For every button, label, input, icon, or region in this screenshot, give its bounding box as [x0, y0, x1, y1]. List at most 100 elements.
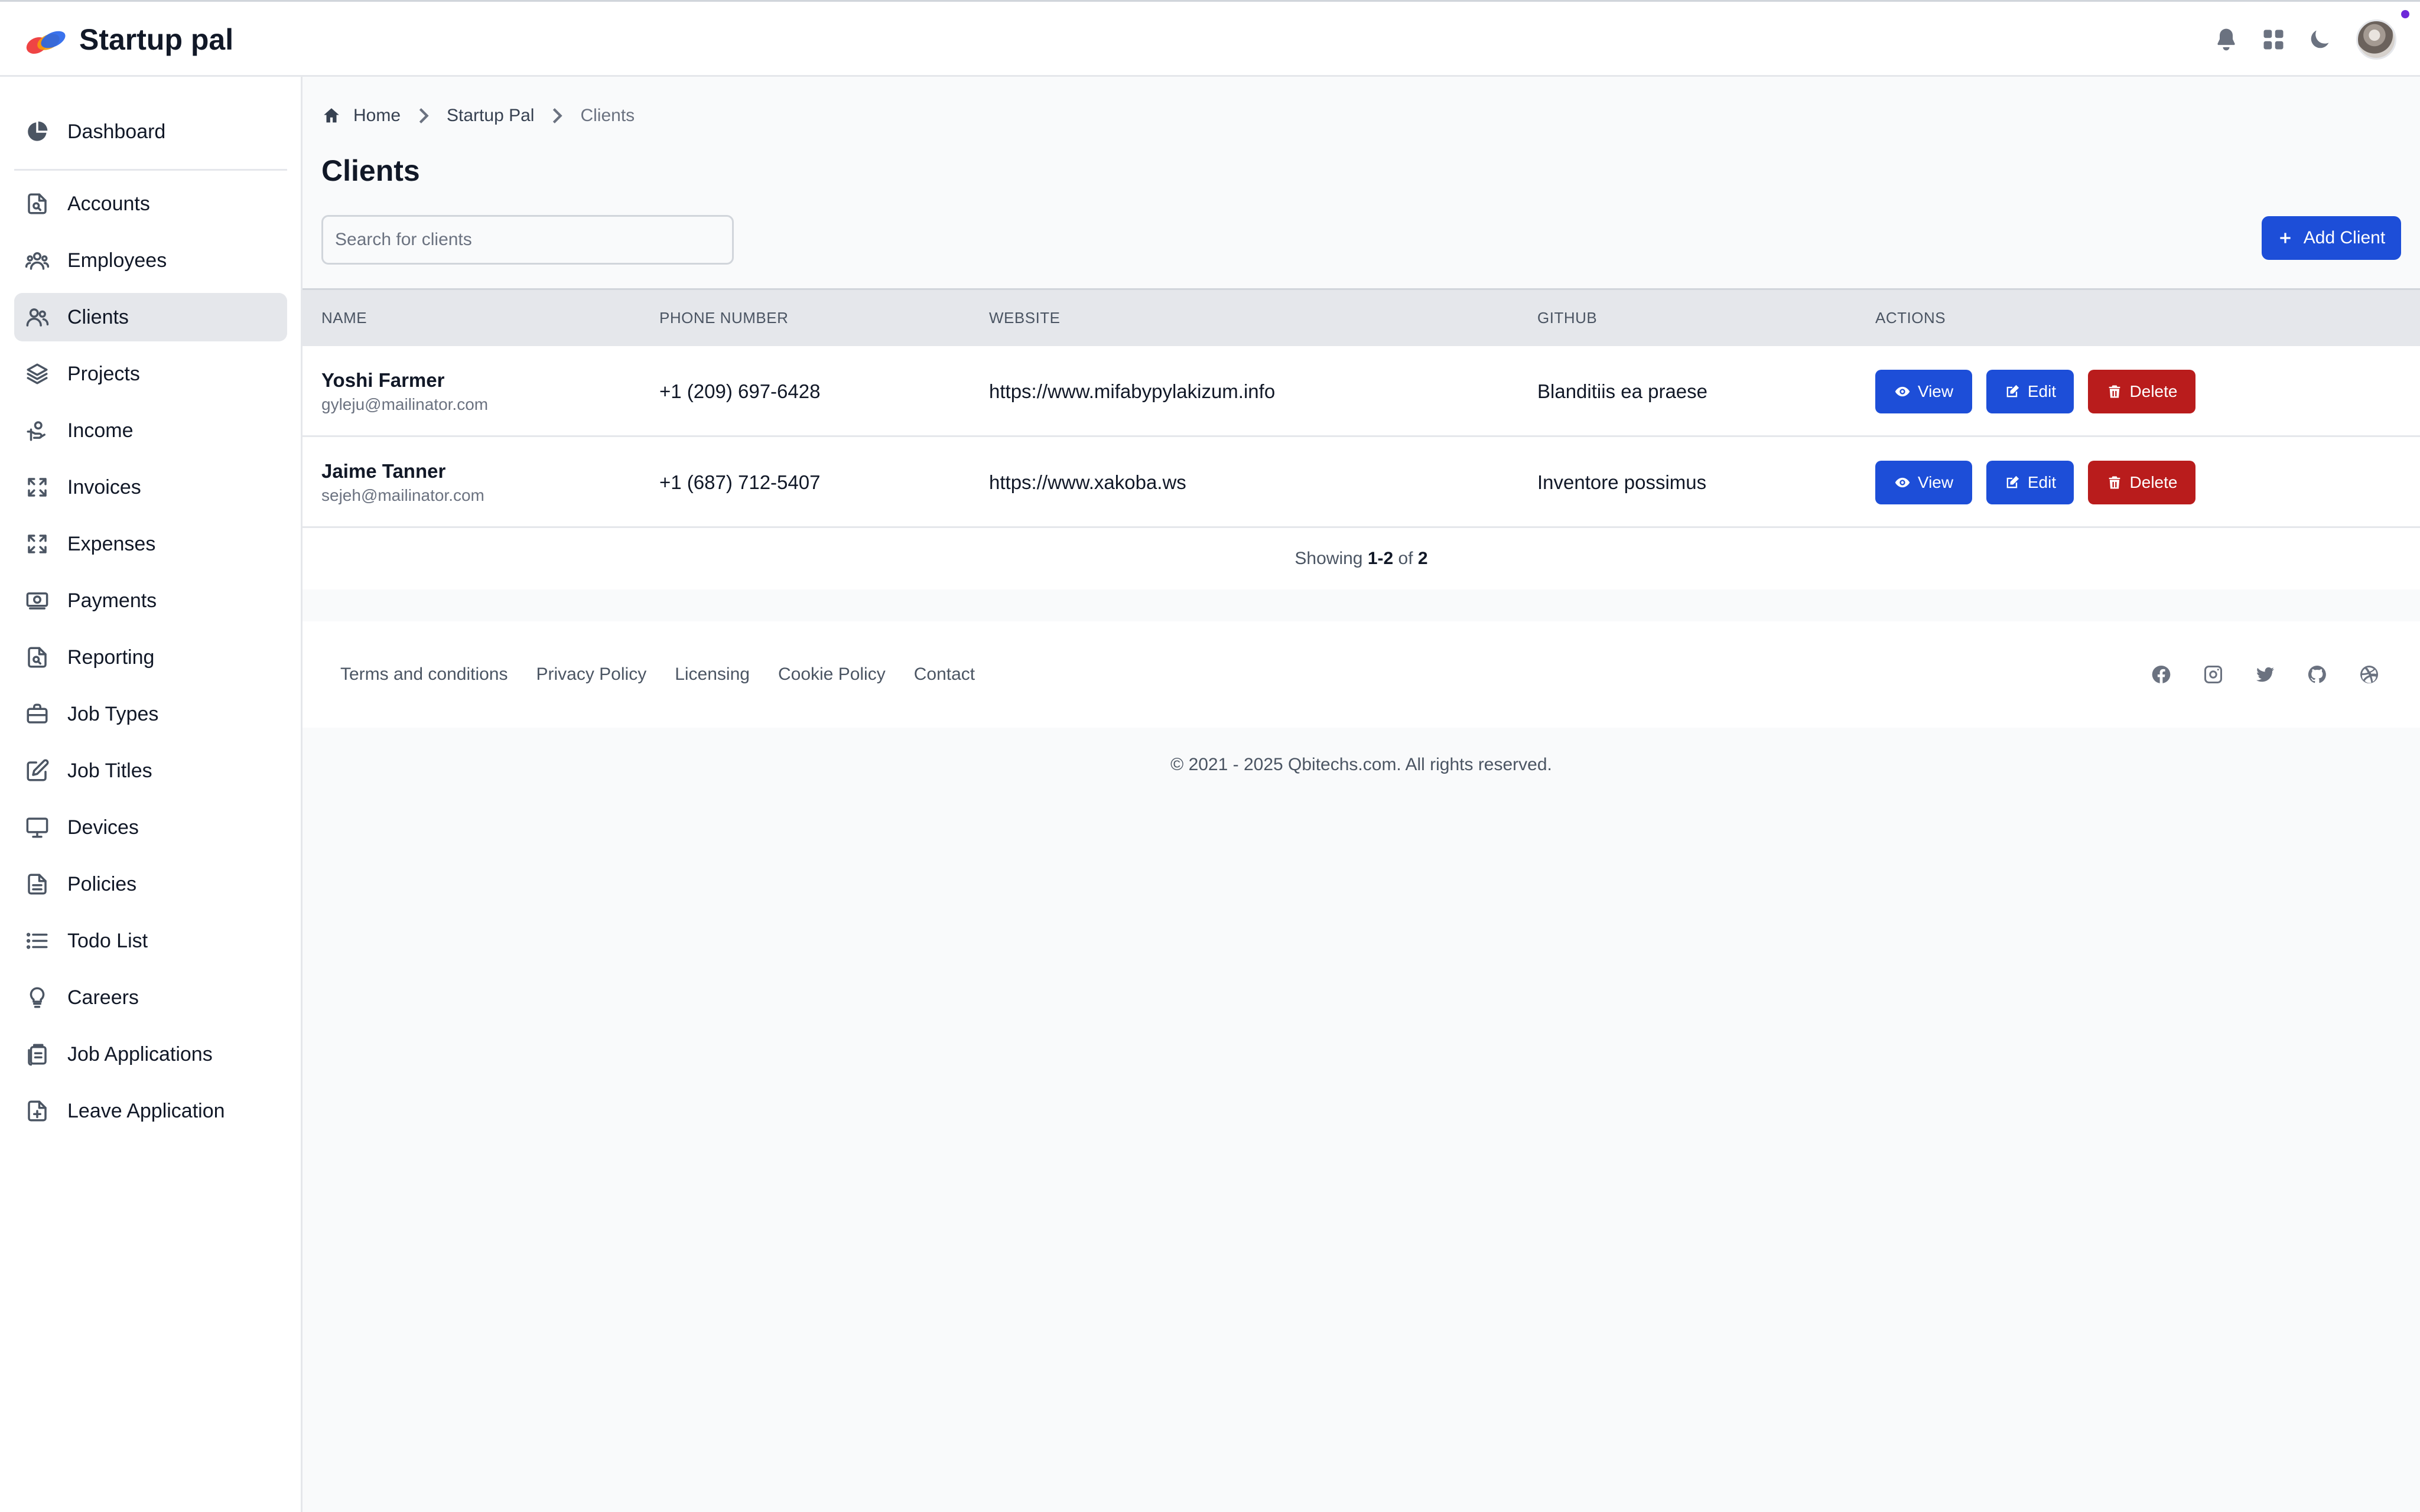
sidebar-item-dashboard[interactable]: Dashboard [14, 107, 287, 156]
showing-prefix: Showing [1294, 549, 1363, 568]
delete-button[interactable]: Delete [2088, 370, 2195, 413]
sidebar-item-clients[interactable]: Clients [14, 293, 287, 341]
sidebar-item-label: Dashboard [67, 120, 166, 143]
eye-icon [1895, 386, 1910, 397]
sidebar-item-job-applications[interactable]: Job Applications [14, 1030, 287, 1078]
breadcrumb-startup-pal[interactable]: Startup Pal [447, 106, 534, 126]
sidebar-item-projects[interactable]: Projects [14, 350, 287, 398]
app-name[interactable]: Startup pal [79, 21, 233, 58]
home-icon[interactable] [321, 106, 341, 126]
document-add-icon [24, 1097, 51, 1125]
hand-coin-icon [24, 417, 51, 444]
table-row: Jaime Tanner sejeh@mailinator.com +1 (68… [302, 437, 2420, 528]
chevron-right-icon [553, 108, 563, 123]
client-email: sejeh@mailinator.com [321, 486, 484, 504]
footer-link-privacy[interactable]: Privacy Policy [536, 664, 646, 685]
footer-link-contact[interactable]: Contact [914, 664, 975, 685]
sidebar-item-accounts[interactable]: Accounts [14, 180, 287, 228]
sidebar-item-label: Clients [67, 305, 129, 328]
trash-icon [2109, 476, 2120, 489]
delete-button[interactable]: Delete [2088, 461, 2195, 504]
column-header-github[interactable]: Github [1537, 309, 1597, 327]
phone-cell: +1 (687) 712-5407 [659, 437, 820, 528]
sidebar-item-label: Job Applications [67, 1042, 213, 1065]
user-avatar[interactable] [2356, 19, 2396, 60]
facebook-icon[interactable] [2151, 664, 2172, 685]
column-header-website[interactable]: Website [989, 309, 1061, 327]
sidebar-item-label: Employees [67, 249, 167, 272]
table-row: Yoshi Farmer gyleju@mailinator.com +1 (2… [302, 346, 2420, 437]
edit-icon [2006, 475, 2019, 488]
sidebar-item-label: Invoices [67, 475, 141, 498]
showing-of: of [1398, 549, 1413, 568]
view-label: View [1917, 382, 1954, 400]
sidebar-item-label: Projects [67, 362, 140, 385]
chevron-right-icon [419, 108, 429, 123]
sidebar-item-label: Income [67, 419, 134, 442]
edit-button[interactable]: Edit [1986, 461, 2074, 504]
apps-grid-icon[interactable] [2258, 24, 2289, 55]
app-logo-icon[interactable] [24, 25, 69, 56]
sidebar: Dashboard Accounts Employees Clients Pro… [0, 77, 302, 1512]
moon-icon[interactable] [2304, 24, 2335, 55]
main-content: Home Startup Pal Clients Clients Add Cli… [302, 77, 2420, 1512]
lightbulb-icon [24, 984, 51, 1011]
footer-link-terms[interactable]: Terms and conditions [340, 664, 508, 685]
website-cell: https://www.xakoba.ws [989, 437, 1186, 528]
sidebar-item-todo-list[interactable]: Todo List [14, 917, 287, 965]
sidebar-item-job-titles[interactable]: Job Titles [14, 747, 287, 795]
view-button[interactable]: View [1875, 461, 1972, 504]
sidebar-item-careers[interactable]: Careers [14, 973, 287, 1022]
sidebar-item-reporting[interactable]: Reporting [14, 633, 287, 682]
top-navbar: Startup pal [0, 0, 2420, 77]
client-name-cell: Jaime Tanner sejeh@mailinator.com [321, 437, 484, 528]
github-cell: Inventore possimus [1537, 437, 1706, 528]
sidebar-item-expenses[interactable]: Expenses [14, 520, 287, 568]
github-icon[interactable] [2307, 664, 2328, 685]
eye-icon [1895, 477, 1910, 488]
sidebar-item-income[interactable]: Income [14, 406, 287, 455]
sidebar-item-label: Careers [67, 986, 139, 1009]
footer-link-licensing[interactable]: Licensing [675, 664, 750, 685]
sidebar-item-label: Devices [67, 816, 139, 839]
table-header: Name Phone Number Website Github Actions [302, 288, 2420, 346]
edit-button[interactable]: Edit [1986, 370, 2074, 413]
column-header-phone[interactable]: Phone Number [659, 309, 788, 327]
client-website: https://www.mifabypylakizum.info [989, 380, 1276, 402]
search-input[interactable] [321, 215, 734, 265]
pagination-summary: Showing 1-2 of 2 [302, 528, 2420, 589]
cash-icon [24, 587, 51, 614]
showing-range: 1-2 [1367, 549, 1394, 568]
bell-icon[interactable] [2211, 24, 2242, 55]
add-client-button[interactable]: Add Client [2262, 216, 2401, 260]
clipboard-icon [24, 1041, 51, 1068]
website-cell: https://www.mifabypylakizum.info [989, 346, 1275, 437]
sidebar-item-leave-application[interactable]: Leave Application [14, 1087, 287, 1135]
copyright: © 2021 - 2025 Qbitechs.com. All rights r… [1170, 755, 1552, 774]
sidebar-item-label: Reporting [67, 646, 155, 669]
breadcrumb-home[interactable]: Home [353, 106, 401, 126]
sidebar-item-label: Payments [67, 589, 157, 612]
column-header-name[interactable]: Name [321, 309, 367, 327]
users-icon [24, 304, 51, 331]
footer-link-cookie[interactable]: Cookie Policy [778, 664, 886, 685]
sidebar-item-employees[interactable]: Employees [14, 236, 287, 285]
sidebar-item-policies[interactable]: Policies [14, 860, 287, 908]
instagram-icon[interactable] [2203, 664, 2224, 685]
footer-links: Terms and conditions Privacy Policy Lice… [340, 621, 975, 728]
client-phone: +1 (687) 712-5407 [659, 471, 821, 493]
dribbble-icon[interactable] [2359, 664, 2380, 685]
sidebar-item-label: Todo List [67, 929, 148, 952]
sidebar-item-job-types[interactable]: Job Types [14, 690, 287, 738]
sidebar-item-payments[interactable]: Payments [14, 576, 287, 625]
user-group-icon [24, 247, 51, 274]
client-name-cell: Yoshi Farmer gyleju@mailinator.com [321, 346, 488, 437]
sidebar-item-invoices[interactable]: Invoices [14, 463, 287, 511]
view-button[interactable]: View [1875, 370, 1972, 413]
edit-label: Edit [2027, 382, 2057, 400]
client-website: https://www.xakoba.ws [989, 471, 1186, 493]
expand-icon [24, 530, 51, 558]
phone-cell: +1 (209) 697-6428 [659, 346, 820, 437]
twitter-icon[interactable] [2255, 664, 2276, 685]
sidebar-item-devices[interactable]: Devices [14, 803, 287, 852]
